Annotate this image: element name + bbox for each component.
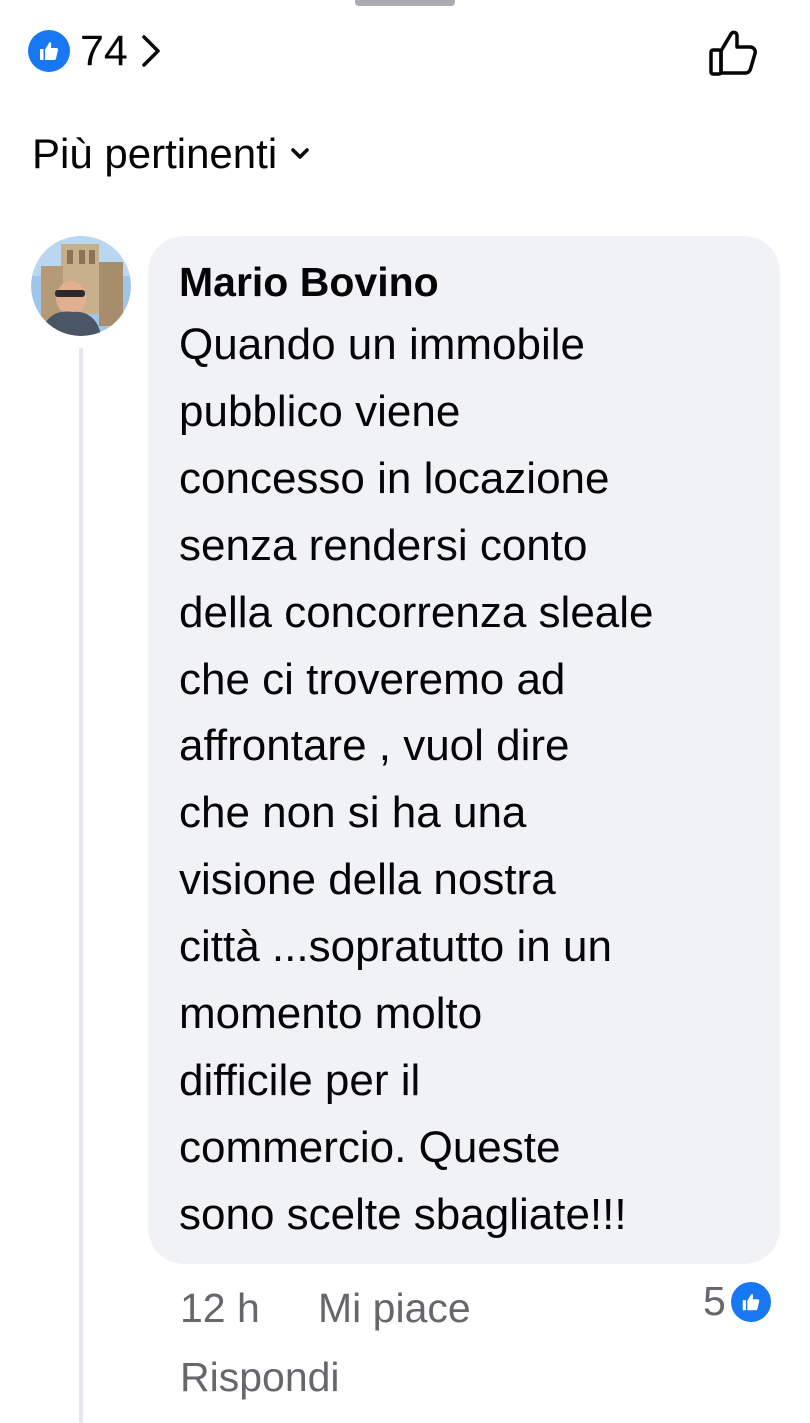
comment-like-button[interactable]: Mi piace (318, 1285, 471, 1332)
comment-line: che non si ha una (179, 788, 527, 838)
chevron-right-icon (140, 33, 162, 69)
like-button-icon[interactable] (702, 24, 762, 84)
reactions-summary[interactable]: 74 (28, 26, 162, 76)
reaction-count: 74 (80, 26, 128, 75)
comment-line: visione della nostra (179, 855, 556, 905)
comment-reply-button[interactable]: Rispondi (180, 1354, 340, 1401)
comment-line: momento molto (179, 989, 483, 1039)
chevron-down-icon (291, 148, 309, 160)
comment-line: Quando un immobile (179, 320, 586, 369)
thread-line (79, 348, 83, 1423)
comment-reactions[interactable]: 5 (703, 1278, 774, 1325)
comment-reaction-count: 5 (703, 1278, 726, 1324)
avatar[interactable] (31, 236, 131, 336)
comment-line: della concorrenza sleale (179, 587, 654, 637)
like-reaction-icon (727, 1278, 774, 1325)
sort-dropdown[interactable]: Più pertinenti (32, 130, 309, 178)
sort-label: Più pertinenti (32, 130, 278, 177)
comment-timestamp[interactable]: 12 h (180, 1285, 260, 1332)
comment-text: Quando un immobile pubblico viene conces… (179, 312, 760, 1249)
comment-line: affrontare , vuol dire (179, 721, 570, 771)
comment-line: commercio. Queste (179, 1122, 561, 1172)
comment-line: concesso in locazione (179, 453, 610, 503)
comment-bubble[interactable]: Mario Bovino Quando un immobile pubblico… (148, 236, 780, 1264)
like-reaction-icon (28, 30, 70, 72)
comment-line: sono scelte sbagliate!!! (179, 1189, 627, 1239)
comment-line: pubblico viene (179, 386, 461, 436)
comment-line: che ci troveremo ad (179, 654, 566, 704)
comment-line: città ...sopratutto in un (179, 922, 612, 972)
sheet-drag-handle[interactable] (355, 0, 455, 6)
comment-line: difficile per il (179, 1055, 421, 1105)
comment-line: senza rendersi conto (179, 520, 588, 570)
comment-author[interactable]: Mario Bovino (179, 256, 760, 308)
